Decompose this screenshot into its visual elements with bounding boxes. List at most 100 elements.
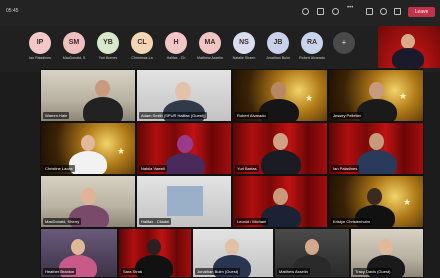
participant-body bbox=[357, 150, 397, 174]
mic-icon[interactable] bbox=[380, 8, 387, 15]
video-tile[interactable]: Heather Braxton bbox=[40, 228, 118, 278]
participant-head bbox=[81, 188, 96, 205]
participant-body bbox=[261, 150, 301, 174]
avatar-initials: H bbox=[173, 39, 179, 46]
avatar[interactable]: CL bbox=[131, 32, 153, 54]
avatar-name: MacDonald, S bbox=[62, 56, 86, 60]
video-tile[interactable]: ★ Jessey Pelletier bbox=[328, 69, 424, 122]
participant-name: Ian Paladines bbox=[331, 165, 360, 172]
video-tile[interactable]: Adam Smith (SPUR Halifax (Guest)) bbox=[136, 69, 232, 122]
participant-name: Adam Smith (SPUR Halifax (Guest)) bbox=[139, 112, 208, 119]
star-icon: ★ bbox=[399, 91, 408, 101]
avatar-name: Yuri Bomes bbox=[98, 56, 118, 60]
participant-body bbox=[83, 97, 123, 121]
avatar[interactable]: SM bbox=[63, 32, 85, 54]
participant-head bbox=[175, 82, 191, 100]
avatar-initials: SM bbox=[68, 39, 80, 46]
participant-name: Kristyn Christenholm bbox=[331, 218, 372, 225]
participant-name: Matthew Asselin bbox=[277, 268, 310, 275]
participant-head bbox=[177, 135, 193, 153]
avatar-name: Jonathan Bulm bbox=[266, 56, 290, 60]
participant-name: Tracy Davis (Guest) bbox=[353, 268, 393, 275]
participant-name: Yuri Bartas bbox=[235, 165, 259, 172]
participant-body bbox=[357, 99, 397, 121]
video-tile[interactable]: Tracy Davis (Guest) bbox=[350, 228, 424, 278]
more-participants-button[interactable]: + bbox=[333, 32, 355, 54]
participant-name: Halifax - Citadel bbox=[139, 218, 172, 225]
avatar[interactable]: NS bbox=[233, 32, 255, 54]
video-tile[interactable]: Yuri Bartas bbox=[232, 122, 328, 175]
video-tile[interactable]: MacDonald, Sherry bbox=[40, 175, 136, 228]
avatar-initials: JB bbox=[273, 39, 283, 46]
video-tile[interactable]: ★ Christine Lacas bbox=[40, 122, 136, 175]
avatar-initials: NS bbox=[239, 39, 249, 46]
participant-head bbox=[225, 239, 239, 255]
avatar[interactable]: RA bbox=[301, 32, 323, 54]
participant-body bbox=[392, 48, 424, 70]
avatar[interactable]: H bbox=[165, 32, 187, 54]
participant-head bbox=[401, 34, 415, 49]
participant-name: Nabila Vawell bbox=[139, 165, 167, 172]
room-window bbox=[167, 186, 203, 216]
leave-button[interactable]: Leave bbox=[408, 7, 435, 17]
meeting-toolbar: 05:45 ••• Leave bbox=[0, 0, 440, 26]
participant-head bbox=[273, 133, 288, 150]
participant-name: Robert Alvarado bbox=[235, 112, 268, 119]
avatar-name: Christmas La bbox=[131, 56, 153, 60]
participant-head bbox=[95, 80, 110, 97]
participant-body bbox=[69, 151, 107, 174]
camera-icon[interactable] bbox=[366, 8, 373, 15]
reactions-icon[interactable] bbox=[332, 8, 339, 15]
participant-head bbox=[81, 135, 95, 151]
video-tile[interactable]: Halifax - Citadel bbox=[136, 175, 232, 228]
chat-icon[interactable] bbox=[317, 8, 324, 15]
star-icon: ★ bbox=[403, 197, 412, 207]
participant-name: Christine Lacas bbox=[43, 165, 75, 172]
participant-name: Jonathan Bulm (Guest) bbox=[195, 268, 241, 275]
self-view-tile bbox=[378, 26, 440, 70]
participant-head bbox=[369, 133, 384, 150]
avatar[interactable]: YB bbox=[97, 32, 119, 54]
participant-head bbox=[369, 82, 384, 99]
participant-head bbox=[367, 188, 382, 205]
participant-head bbox=[147, 239, 161, 255]
participant-name: Warren Hale bbox=[43, 112, 70, 119]
avatar-initials: CL bbox=[137, 39, 147, 46]
video-tile[interactable]: Nabila Vawell bbox=[136, 122, 232, 175]
video-tile[interactable]: Jonathan Bulm (Guest) bbox=[192, 228, 274, 278]
video-tile[interactable]: Sara Strati bbox=[118, 228, 192, 278]
participant-name: Heather Braxton bbox=[43, 268, 77, 275]
participant-head bbox=[271, 82, 286, 99]
video-tile[interactable]: Warren Hale bbox=[40, 69, 136, 122]
participant-avatar-strip: IP Ian Paladines SM MacDonald, S YB Yuri… bbox=[0, 26, 440, 72]
participant-name: Jessey Pelletier bbox=[331, 112, 364, 119]
participant-name: Sara Strati bbox=[121, 268, 144, 275]
people-icon[interactable] bbox=[302, 8, 309, 15]
star-icon: ★ bbox=[117, 146, 126, 156]
participant-head bbox=[305, 239, 319, 255]
participant-body bbox=[165, 153, 205, 174]
participant-head bbox=[71, 239, 85, 255]
avatar-initials: RA bbox=[306, 39, 318, 46]
avatar-initials: YB bbox=[103, 39, 113, 46]
avatar-name: Matthew Asselin bbox=[197, 56, 223, 60]
avatar-name: Halifax - Ch bbox=[166, 56, 186, 60]
meeting-timer: 05:45 bbox=[6, 8, 19, 14]
avatar[interactable]: JB bbox=[267, 32, 289, 54]
video-tile[interactable]: Ian Paladines bbox=[328, 122, 424, 175]
participant-head bbox=[273, 188, 288, 205]
video-tile[interactable]: ★ Kristyn Christenholm bbox=[328, 175, 424, 228]
more-icon[interactable]: ••• bbox=[347, 5, 354, 12]
participant-head bbox=[379, 239, 393, 255]
avatar-initials: MA bbox=[204, 39, 216, 46]
avatar-name: Ian Paladines bbox=[29, 56, 51, 60]
video-tile[interactable]: Leonid / Michael bbox=[232, 175, 328, 228]
video-tile[interactable]: Matthew Asselin bbox=[274, 228, 350, 278]
share-icon[interactable] bbox=[394, 8, 401, 15]
star-icon: ★ bbox=[305, 93, 314, 103]
avatar-initials: IP bbox=[36, 39, 44, 46]
avatar-name: Natalie Sharm bbox=[232, 56, 256, 60]
avatar[interactable]: IP bbox=[29, 32, 51, 54]
avatar[interactable]: MA bbox=[199, 32, 221, 54]
video-tile[interactable]: ★ Robert Alvarado bbox=[232, 69, 328, 122]
